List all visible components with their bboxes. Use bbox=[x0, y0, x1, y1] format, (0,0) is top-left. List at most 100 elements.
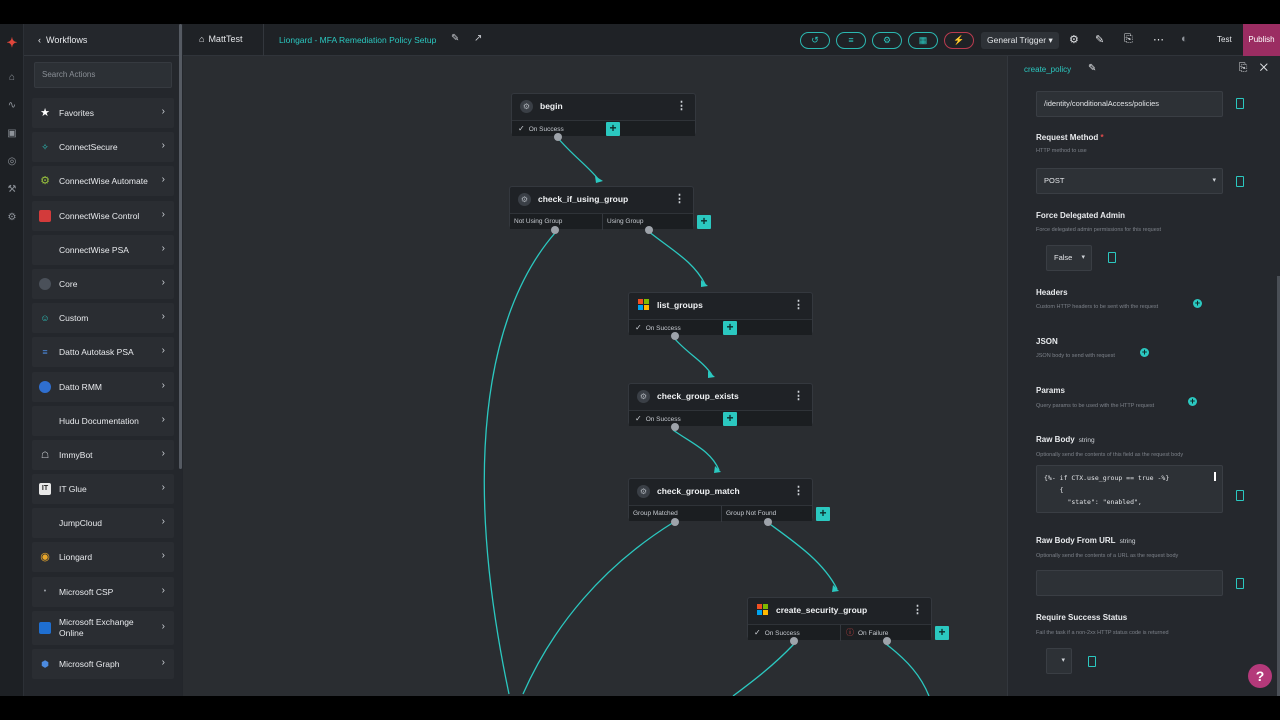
tools-icon[interactable]: ⚒ bbox=[5, 183, 19, 197]
sidebar-item-connectwise-control[interactable]: ConnectWise Control › bbox=[32, 200, 174, 231]
add-transition-button[interactable]: + bbox=[606, 122, 620, 136]
kebab-menu-icon[interactable]: ⋮ bbox=[912, 603, 923, 616]
request-method-select[interactable]: POST ▾ bbox=[1036, 168, 1223, 194]
port-connector[interactable] bbox=[790, 637, 798, 645]
sidebar-item-connectsecure[interactable]: ✧ ConnectSecure › bbox=[32, 132, 174, 163]
search-actions-input[interactable]: Search Actions bbox=[34, 62, 172, 88]
cube-icon[interactable]: ▣ bbox=[5, 127, 19, 141]
add-transition-button[interactable]: + bbox=[723, 412, 737, 426]
trash-icon[interactable] bbox=[1108, 252, 1116, 263]
force-delegated-admin-select[interactable]: False ▾ bbox=[1046, 245, 1092, 271]
home-icon[interactable]: ⌂ bbox=[5, 71, 19, 85]
require-success-select[interactable]: ▾ bbox=[1046, 648, 1072, 674]
export-icon[interactable]: ⎘ bbox=[1124, 33, 1133, 46]
trash-icon[interactable] bbox=[1236, 578, 1244, 589]
publish-button[interactable]: Publish bbox=[1243, 24, 1280, 56]
workflow-node-begin[interactable]: ⚙ begin ⋮ ✓ On Success + bbox=[511, 93, 696, 141]
add-transition-button[interactable]: + bbox=[697, 215, 711, 229]
sidebar-item-hudu-documentation[interactable]: Hudu Documentation › bbox=[32, 405, 174, 436]
liongard-icon: ◉ bbox=[40, 551, 50, 564]
chart-icon[interactable]: ↗ bbox=[474, 33, 482, 44]
kebab-menu-icon[interactable]: ⋮ bbox=[793, 298, 804, 311]
kebab-menu-icon[interactable]: ⋮ bbox=[674, 192, 685, 205]
raw-body-url-label: Raw Body From URL string bbox=[1036, 536, 1136, 545]
port-connector[interactable] bbox=[671, 423, 679, 431]
port-using-group[interactable]: Using Group bbox=[607, 214, 644, 230]
edit-title-pencil-icon[interactable]: ✎ bbox=[451, 33, 459, 44]
pencil-icon[interactable]: ✎ bbox=[1095, 33, 1104, 46]
workflow-canvas[interactable]: ⚙ begin ⋮ ✓ On Success + ⚙ check_if_using… bbox=[183, 56, 1007, 696]
expand-icon[interactable]: ⎘ bbox=[1239, 62, 1248, 74]
port-connector[interactable] bbox=[671, 518, 679, 526]
workflow-node-check-if-using-group[interactable]: ⚙ check_if_using_group ⋮ Not Using Group… bbox=[509, 186, 711, 234]
sidebar-item-microsoft-exchange-online[interactable]: Microsoft Exchange Online › bbox=[32, 610, 174, 645]
port-connector[interactable] bbox=[645, 226, 653, 234]
auto-layout-button[interactable]: ↺ bbox=[800, 32, 830, 49]
port-connector[interactable] bbox=[551, 226, 559, 234]
workflow-node-check-group-match[interactable]: ⚙ check_group_match ⋮ Group Matched Grou… bbox=[628, 478, 830, 526]
sidebar-item-microsoft-csp[interactable]: • Microsoft CSP › bbox=[32, 576, 174, 607]
sidebar-scrollbar[interactable] bbox=[179, 24, 182, 469]
require-success-help: Fail the task if a non-2xx HTTP status c… bbox=[1036, 630, 1169, 636]
calendar-button[interactable]: ▦ bbox=[908, 32, 938, 49]
port-connector[interactable] bbox=[764, 518, 772, 526]
trigger-select[interactable]: General Trigger ▾ bbox=[981, 32, 1059, 49]
sidebar-item-it-glue[interactable]: IT IT Glue › bbox=[32, 474, 174, 505]
text-cursor bbox=[1214, 472, 1216, 481]
sidebar-item-immybot[interactable]: ☖ ImmyBot › bbox=[32, 439, 174, 470]
trash-icon[interactable] bbox=[1236, 490, 1244, 501]
trigger-bolt-button[interactable]: ⚡ bbox=[944, 32, 974, 49]
sidebar-item-liongard[interactable]: ◉ Liongard › bbox=[32, 542, 174, 573]
test-button[interactable]: Test bbox=[1217, 35, 1232, 44]
rewst-logo-icon[interactable]: ✦ bbox=[5, 36, 19, 50]
kebab-menu-icon[interactable]: ⋮ bbox=[793, 389, 804, 402]
trash-icon[interactable] bbox=[1236, 98, 1244, 109]
sidebar-item-custom[interactable]: ☺ Custom › bbox=[32, 303, 174, 334]
help-button[interactable]: ? bbox=[1248, 664, 1272, 688]
sidebar-item-core[interactable]: Core › bbox=[32, 268, 174, 299]
kebab-menu-icon[interactable]: ⋮ bbox=[676, 99, 687, 112]
edit-name-pencil-icon[interactable]: ✎ bbox=[1088, 63, 1096, 74]
sidebar-item-connectwise-psa[interactable]: ConnectWise PSA › bbox=[32, 234, 174, 265]
add-transition-button[interactable]: + bbox=[723, 321, 737, 335]
settings-icon[interactable]: ⚙ bbox=[5, 211, 19, 225]
trash-icon[interactable] bbox=[1088, 656, 1096, 667]
sidebar-item-microsoft-graph[interactable]: ⬢ Microsoft Graph › bbox=[32, 649, 174, 679]
node-header: ⚙ check_if_using_group ⋮ bbox=[510, 187, 693, 213]
activity-icon[interactable]: ∿ bbox=[5, 99, 19, 113]
trash-icon[interactable] bbox=[1236, 176, 1244, 187]
params-label: Params bbox=[1036, 386, 1065, 395]
sidebar-item-favorites[interactable]: ★ Favorites › bbox=[32, 98, 174, 128]
url-path-input[interactable]: /identity/conditionalAccess/policies bbox=[1036, 91, 1223, 117]
sidebar-item-datto-autotask-psa[interactable]: ≡ Datto Autotask PSA › bbox=[32, 337, 174, 368]
settings-gear-icon[interactable]: ⚙ bbox=[1069, 33, 1079, 46]
sidebar-item-datto-rmm[interactable]: Datto RMM › bbox=[32, 371, 174, 402]
raw-body-editor[interactable]: {%- if CTX.use_group == true -%} { "stat… bbox=[1036, 465, 1223, 513]
notes-button[interactable]: ≡ bbox=[836, 32, 866, 49]
workflow-node-create-security-group[interactable]: create_security_group ⋮ ✓ On Success ⓘ On … bbox=[747, 597, 949, 645]
add-json-button[interactable]: + bbox=[1140, 348, 1149, 357]
back-to-workflows-link[interactable]: ‹ Workflows bbox=[38, 35, 87, 45]
port-connector[interactable] bbox=[671, 332, 679, 340]
raw-body-url-input[interactable] bbox=[1036, 570, 1223, 596]
add-header-button[interactable]: + bbox=[1193, 299, 1202, 308]
add-transition-button[interactable]: + bbox=[935, 626, 949, 640]
toggle-icon[interactable]: ◐ bbox=[1181, 33, 1188, 45]
workflow-title[interactable]: Liongard - MFA Remediation Policy Setup bbox=[279, 35, 436, 45]
add-transition-button[interactable]: + bbox=[816, 507, 830, 521]
add-param-button[interactable]: + bbox=[1188, 397, 1197, 406]
workflow-node-check-group-exists[interactable]: ⚙ check_group_exists ⋮ ✓ On Success + bbox=[628, 383, 813, 431]
panel-action-name[interactable]: create_policy bbox=[1024, 65, 1071, 74]
node-icon[interactable]: ◎ bbox=[5, 155, 19, 169]
org-home-link[interactable]: ⌂ MattTest bbox=[199, 34, 242, 44]
more-horizontal-icon[interactable]: ⋯ bbox=[1153, 33, 1164, 46]
port-connector[interactable] bbox=[883, 637, 891, 645]
sidebar-item-connectwise-automate[interactable]: ⚙ ConnectWise Automate › bbox=[32, 166, 174, 197]
sidebar-item-jumpcloud[interactable]: JumpCloud › bbox=[32, 508, 174, 539]
close-icon[interactable]: ✕ bbox=[1260, 62, 1268, 74]
port-connector[interactable] bbox=[554, 133, 562, 141]
kebab-menu-icon[interactable]: ⋮ bbox=[793, 484, 804, 497]
port-on-failure[interactable]: ⓘ On Failure bbox=[846, 625, 888, 641]
workflow-node-list-groups[interactable]: list_groups ⋮ ✓ On Success + bbox=[628, 292, 813, 340]
options-button[interactable]: ⚙ bbox=[872, 32, 902, 49]
